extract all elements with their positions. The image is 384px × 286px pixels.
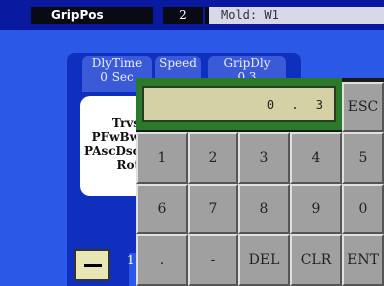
key-minus[interactable]: - [188, 234, 238, 286]
mold-label: Mold: W1 [209, 7, 384, 24]
tab-label: GripDly [223, 56, 271, 70]
key-esc[interactable]: ESC [342, 82, 384, 132]
tab-label: DlyTime [91, 56, 143, 70]
key-0[interactable]: 0 [342, 184, 384, 234]
key-8[interactable]: 8 [238, 184, 290, 234]
state-trvs: Trvs [111, 116, 140, 130]
state-pascdsc: PAscDsc [84, 144, 140, 158]
key-6[interactable]: 6 [136, 184, 188, 234]
state-rot: Rot [116, 158, 140, 172]
key-5[interactable]: 5 [342, 132, 384, 184]
key-9[interactable]: 9 [290, 184, 342, 234]
key-ent[interactable]: ENT [342, 234, 384, 286]
state-pfwbw: PFwBw [91, 130, 140, 144]
minus-button[interactable] [74, 249, 110, 281]
page-number: 2 [163, 7, 203, 24]
keypad-display: 0 . 3 [136, 78, 342, 130]
tab-label: Speed [159, 56, 197, 70]
key-del[interactable]: DEL [238, 234, 290, 286]
key-clr[interactable]: CLR [290, 234, 342, 286]
key-1[interactable]: 1 [136, 132, 188, 184]
bottom-hint: 1 [127, 253, 135, 267]
screen-title: GripPos [31, 7, 153, 24]
display-value: 0 . 3 [266, 98, 328, 112]
key-dot[interactable]: . [136, 234, 188, 286]
key-7[interactable]: 7 [188, 184, 238, 234]
key-4[interactable]: 4 [290, 132, 342, 184]
key-3[interactable]: 3 [238, 132, 290, 184]
key-2[interactable]: 2 [188, 132, 238, 184]
display-field: 0 . 3 [142, 86, 336, 122]
minus-icon [84, 264, 102, 267]
